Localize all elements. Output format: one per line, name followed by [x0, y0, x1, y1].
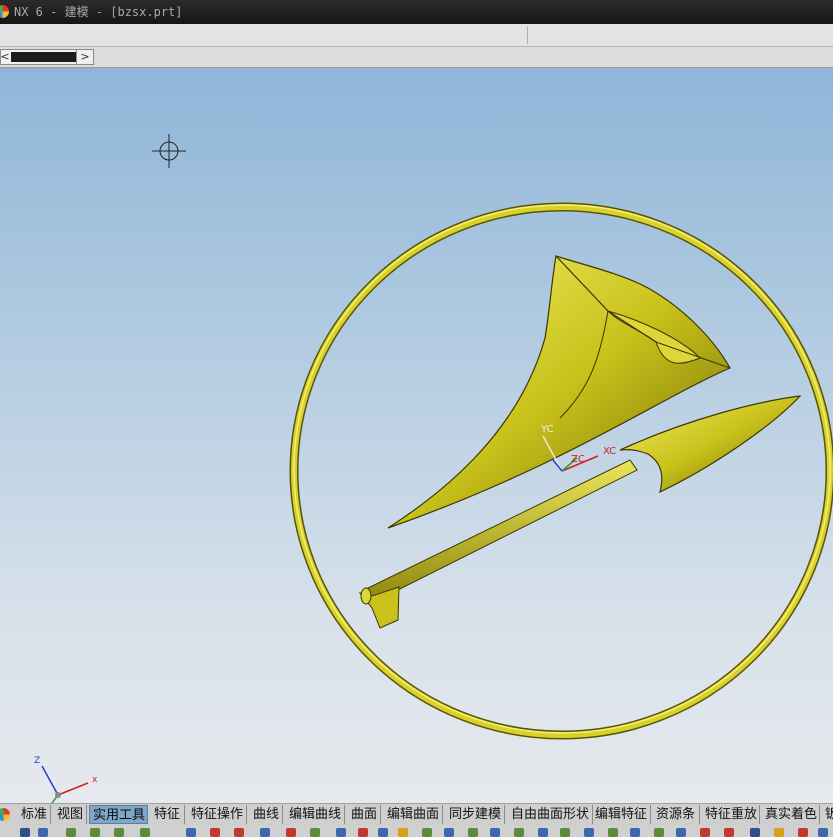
tool-icon[interactable]: [584, 828, 594, 837]
tool-icon[interactable]: [310, 828, 320, 837]
menu-separator: [527, 26, 528, 44]
tool-icon[interactable]: [358, 828, 368, 837]
graphics-window[interactable]: YC ZC XC Z x: [0, 68, 833, 803]
tab-view[interactable]: 视图: [54, 805, 87, 824]
tool-icon[interactable]: [750, 828, 760, 837]
tab-sheet-metal[interactable]: 钣: [822, 805, 833, 824]
wcs-yc-label: YC: [540, 424, 554, 435]
tool-icon[interactable]: [378, 828, 388, 837]
tab-synchronous-modeling[interactable]: 同步建模: [446, 805, 505, 824]
absolute-z-label: Z: [34, 756, 40, 766]
tool-icon[interactable]: [630, 828, 640, 837]
tab-resource-bar[interactable]: 资源条: [653, 805, 700, 824]
tool-icon[interactable]: [114, 828, 124, 837]
model-canvas[interactable]: YC ZC XC Z x: [0, 68, 833, 803]
tool-icon[interactable]: [654, 828, 664, 837]
cursor-crosshair-icon: [152, 134, 186, 168]
title-bar: NX 6 - 建模 - [bzsx.prt]: [0, 0, 833, 24]
tool-icon[interactable]: [422, 828, 432, 837]
tool-icon[interactable]: [186, 828, 196, 837]
tool-icon[interactable]: [234, 828, 244, 837]
tool-icon[interactable]: [676, 828, 686, 837]
tool-icon[interactable]: [774, 828, 784, 837]
scroll-thumb[interactable]: [11, 52, 77, 62]
tab-edit-curve[interactable]: 编辑曲线: [286, 805, 345, 824]
tool-icon[interactable]: [444, 828, 454, 837]
tab-scroll-control[interactable]: < >: [0, 49, 94, 65]
toolbar-tab-bar: 标准 视图 实用工具 特征 特征操作 曲线 编辑曲线 曲面 编辑曲面 同步建模 …: [0, 803, 833, 827]
wcs-xc-label: XC: [603, 446, 616, 457]
nx-logo-icon: [0, 5, 9, 18]
tab-true-shading[interactable]: 真实着色: [762, 805, 820, 824]
tool-icon[interactable]: [20, 828, 30, 837]
tool-icon[interactable]: [260, 828, 270, 837]
tab-surface[interactable]: 曲面: [348, 805, 381, 824]
tab-feature-playback[interactable]: 特征重放: [702, 805, 760, 824]
menu-bar: [0, 24, 833, 47]
tool-icon-row: [0, 826, 833, 837]
tool-icon[interactable]: [66, 828, 76, 837]
tool-icon[interactable]: [140, 828, 150, 837]
scroll-right-arrow-icon[interactable]: >: [76, 49, 93, 65]
tool-icon[interactable]: [798, 828, 808, 837]
tool-icon[interactable]: [210, 828, 220, 837]
tool-icon[interactable]: [490, 828, 500, 837]
tab-curve[interactable]: 曲线: [250, 805, 283, 824]
tab-freeform-shape[interactable]: 自由曲面形状: [508, 805, 593, 824]
tool-icon[interactable]: [608, 828, 618, 837]
tab-edit-feature[interactable]: 编辑特征: [592, 805, 651, 824]
tool-icon[interactable]: [560, 828, 570, 837]
wcs-zc-label: ZC: [571, 454, 585, 465]
nx-logo-icon: [0, 808, 10, 821]
tool-icon[interactable]: [90, 828, 100, 837]
tool-icon[interactable]: [468, 828, 478, 837]
tab-feature[interactable]: 特征: [151, 805, 185, 824]
tool-icon[interactable]: [38, 828, 48, 837]
tool-icon[interactable]: [514, 828, 524, 837]
horn-body[interactable]: [387, 255, 731, 529]
tool-icon[interactable]: [724, 828, 734, 837]
tool-icon[interactable]: [700, 828, 710, 837]
tool-icon[interactable]: [538, 828, 548, 837]
window-title: NX 6 - 建模 - [bzsx.prt]: [14, 5, 183, 19]
tool-icon[interactable]: [286, 828, 296, 837]
tab-utilities[interactable]: 实用工具: [89, 805, 148, 824]
tab-standard[interactable]: 标准: [18, 805, 51, 824]
part-tab-strip: < >: [0, 47, 833, 68]
tool-icon[interactable]: [398, 828, 408, 837]
absolute-triad-icon: [41, 765, 89, 803]
tool-icon[interactable]: [818, 828, 828, 837]
tab-feature-operation[interactable]: 特征操作: [188, 805, 247, 824]
tool-icon[interactable]: [336, 828, 346, 837]
absolute-x-label: x: [92, 775, 98, 785]
tab-edit-surface[interactable]: 编辑曲面: [384, 805, 443, 824]
